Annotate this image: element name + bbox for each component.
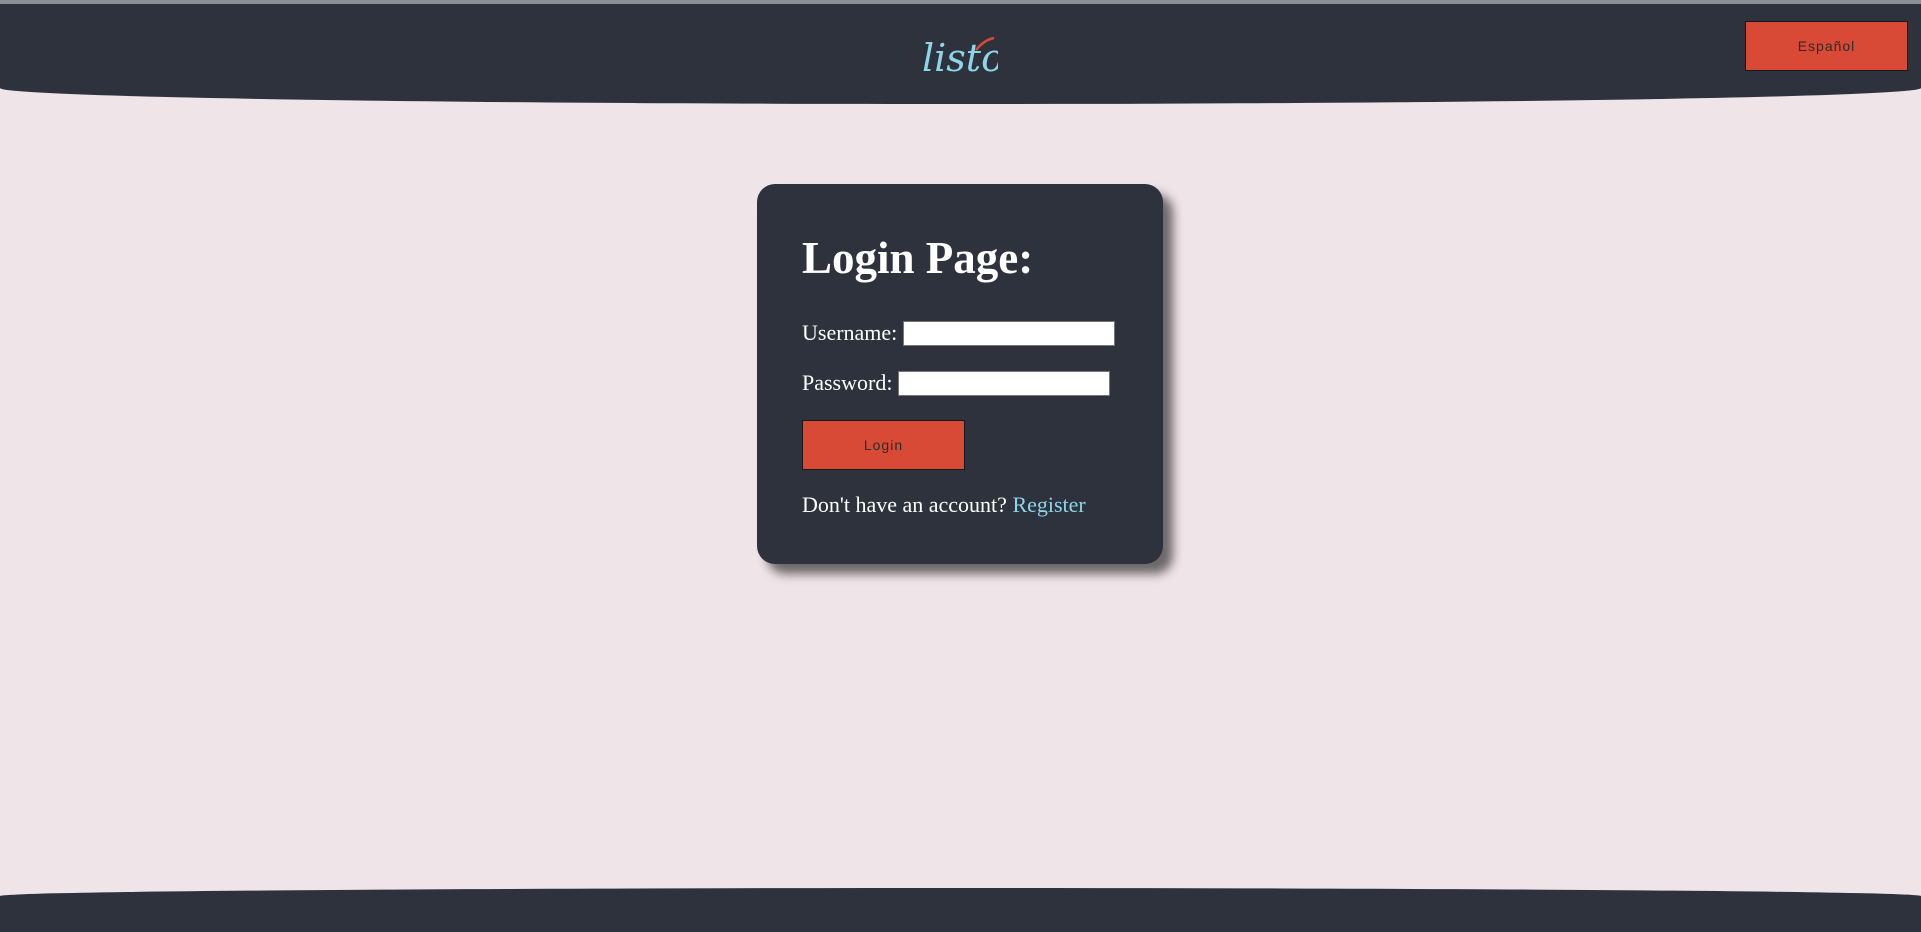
password-input[interactable]	[898, 370, 1111, 396]
password-label: Password:	[802, 370, 893, 395]
listo-logo-icon[interactable]: listo	[918, 26, 998, 86]
page: listo Español Login Page: Username: Pass…	[0, 0, 1921, 932]
logo-text: listo	[922, 36, 998, 80]
login-title: Login Page:	[802, 233, 1034, 283]
register-link[interactable]: Register	[1012, 492, 1085, 517]
password-row: Password:	[802, 370, 1111, 396]
username-input[interactable]	[903, 320, 1116, 346]
login-button[interactable]: Login	[802, 420, 965, 470]
login-card: Login Page: Username: Password: Login Do…	[757, 184, 1163, 564]
username-row: Username:	[802, 320, 1116, 346]
footer	[0, 888, 1921, 932]
register-row: Don't have an account? Register	[802, 492, 1086, 518]
username-label: Username:	[802, 320, 898, 345]
language-toggle-button[interactable]: Español	[1745, 21, 1908, 71]
header: listo Español	[0, 4, 1921, 104]
no-account-text: Don't have an account?	[802, 492, 1007, 517]
